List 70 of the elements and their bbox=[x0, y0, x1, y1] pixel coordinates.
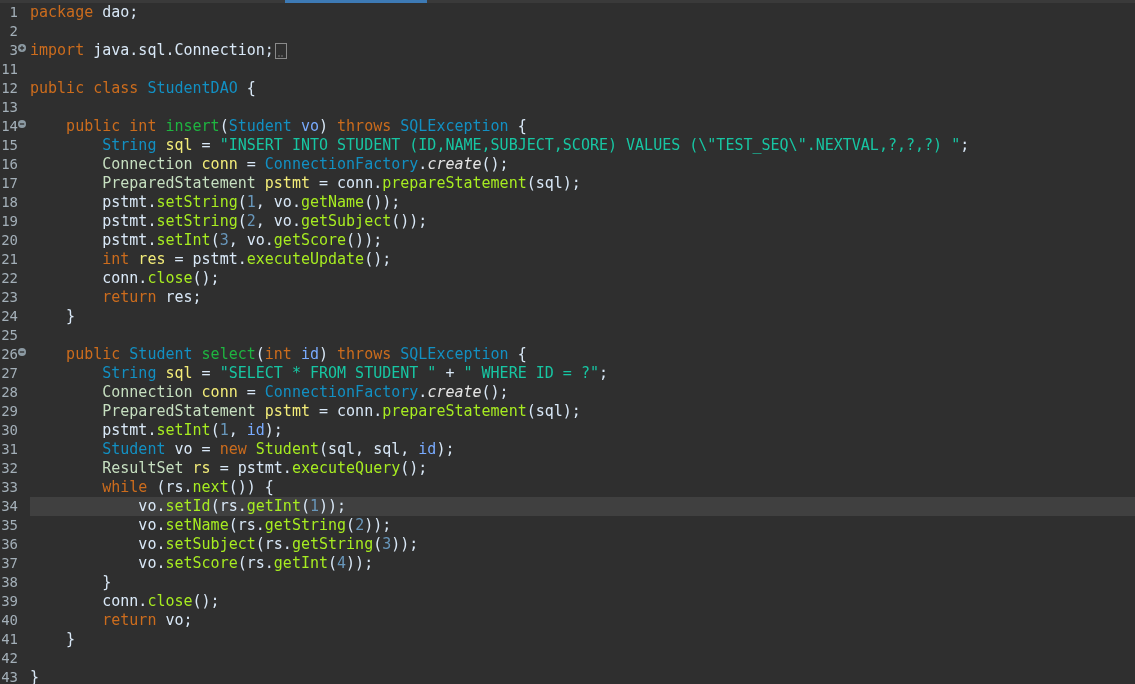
line-number: 37 bbox=[0, 554, 18, 573]
line-number: 29 bbox=[0, 402, 18, 421]
line-number: 32 bbox=[0, 459, 18, 478]
line-number: 11 bbox=[0, 60, 18, 79]
code-line: public Student select(int id) throws SQLException { bbox=[65, 345, 528, 364]
line-number: 34 bbox=[0, 497, 18, 516]
line-number: 40 bbox=[0, 611, 18, 630]
line-number: 15 bbox=[0, 136, 18, 155]
code-line: vo.setScore(rs.getInt(4)); bbox=[137, 554, 375, 573]
line-number: 41 bbox=[0, 630, 18, 649]
line-number: 35 bbox=[0, 516, 18, 535]
line-number: 22 bbox=[0, 269, 18, 288]
line-number: 3 bbox=[8, 41, 18, 60]
plus-circle-icon[interactable] bbox=[18, 44, 26, 52]
code-line: String sql = "INSERT INTO STUDENT (ID,NAME,SUBJECT,SCORE) VALUES (\"TEST_SEQ\".NEXTVAL,?,?,?) "; bbox=[101, 136, 971, 155]
line-number: 27 bbox=[0, 364, 18, 383]
code-line: while (rs.next()) { bbox=[101, 478, 275, 497]
code-line: Connection conn = ConnectionFactory.create(); bbox=[101, 383, 510, 402]
line-number: 30 bbox=[0, 421, 18, 440]
line-number: 14 bbox=[0, 117, 18, 136]
line-number: 18 bbox=[0, 193, 18, 212]
code-line: vo.setSubject(rs.getString(3)); bbox=[137, 535, 420, 554]
line-number: 33 bbox=[0, 478, 18, 497]
line-number: 26 bbox=[0, 345, 18, 364]
line-number: 16 bbox=[0, 155, 18, 174]
code-line: return vo; bbox=[101, 611, 194, 630]
code-line: pstmt.setString(2, vo.getSubject()); bbox=[101, 212, 429, 231]
line-number: 31 bbox=[0, 440, 18, 459]
folded-code-icon[interactable] bbox=[274, 42, 287, 59]
code-line: package dao; bbox=[30, 3, 140, 22]
code-line: return res; bbox=[101, 288, 203, 307]
code-line: int res = pstmt.executeUpdate(); bbox=[101, 250, 393, 269]
line-number: 20 bbox=[0, 231, 18, 250]
code-line: Connection conn = ConnectionFactory.create(); bbox=[101, 155, 510, 174]
code-line: public class StudentDAO { bbox=[30, 79, 257, 98]
line-number: 36 bbox=[0, 535, 18, 554]
line-number: 24 bbox=[0, 307, 18, 326]
code-line: PreparedStatement pstmt = conn.prepareStatement(sql); bbox=[101, 402, 582, 421]
code-line: pstmt.setInt(3, vo.getScore()); bbox=[101, 231, 384, 250]
code-line: public int insert(Student vo) throws SQLException { bbox=[65, 117, 528, 136]
code-line: pstmt.setInt(1, id); bbox=[101, 421, 284, 440]
line-number: 21 bbox=[0, 250, 18, 269]
code-line: } bbox=[30, 668, 41, 684]
line-number: 39 bbox=[0, 592, 18, 611]
code-line: pstmt.setString(1, vo.getName()); bbox=[101, 193, 402, 212]
line-number: 25 bbox=[0, 326, 18, 345]
code-line: import java.sql.Connection; bbox=[30, 41, 1135, 60]
minus-circle-icon[interactable] bbox=[18, 348, 26, 356]
line-number: 2 bbox=[8, 22, 18, 41]
code-line: conn.close(); bbox=[101, 592, 221, 611]
line-number: 42 bbox=[0, 649, 18, 668]
line-number: 17 bbox=[0, 174, 18, 193]
line-number: 13 bbox=[0, 98, 18, 117]
line-number: 12 bbox=[0, 79, 18, 98]
code-line: } bbox=[65, 307, 77, 326]
line-number: 23 bbox=[0, 288, 18, 307]
code-line: ResultSet rs = pstmt.executeQuery(); bbox=[101, 459, 429, 478]
code-line: conn.close(); bbox=[101, 269, 221, 288]
code-line: PreparedStatement pstmt = conn.prepareStatement(sql); bbox=[101, 174, 582, 193]
minus-circle-icon[interactable] bbox=[18, 120, 26, 128]
line-number: 28 bbox=[0, 383, 18, 402]
code-line: } bbox=[65, 630, 77, 649]
line-number: 43 bbox=[0, 668, 18, 684]
line-number: 19 bbox=[0, 212, 18, 231]
line-number: 1 bbox=[8, 3, 18, 22]
code-line: vo.setName(rs.getString(2)); bbox=[137, 516, 393, 535]
code-line: } bbox=[101, 573, 113, 592]
code-line: String sql = "SELECT * FROM STUDENT " + " WHERE ID = ?"; bbox=[101, 364, 609, 383]
code-line: Student vo = new Student(sql, sql, id); bbox=[101, 440, 456, 459]
line-number: 38 bbox=[0, 573, 18, 592]
